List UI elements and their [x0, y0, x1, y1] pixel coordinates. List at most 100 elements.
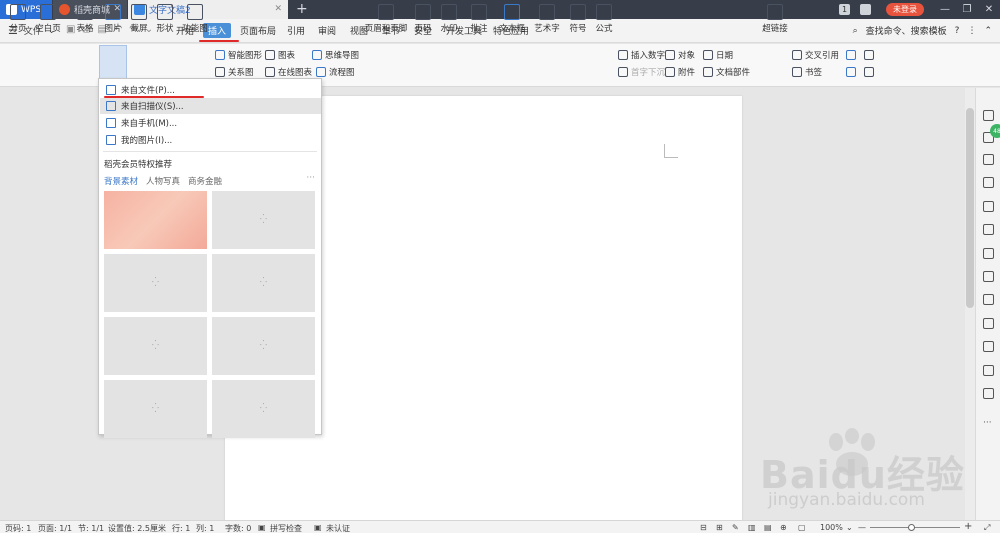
my-pictures-item[interactable]: 我的图片(I)...: [100, 132, 321, 148]
header-footer-button[interactable]: 页眉和页脚: [364, 4, 408, 34]
from-scanner-item[interactable]: 来自扫描仪(S)...: [100, 98, 321, 114]
template-thumbnail[interactable]: ⁛: [212, 317, 315, 375]
template-thumbnail[interactable]: ⁛: [104, 380, 207, 438]
shape-button[interactable]: 形状: [152, 4, 178, 34]
mindmap-button[interactable]: 思维导图: [312, 49, 359, 61]
layout-toggle-3[interactable]: [846, 67, 856, 77]
template-thumbnail[interactable]: [104, 191, 207, 249]
spell-check[interactable]: 拼写检查: [270, 523, 302, 533]
new-tab-button[interactable]: +: [296, 1, 308, 17]
help-icon[interactable]: ?: [955, 26, 960, 36]
format-icon[interactable]: [983, 177, 994, 188]
template-thumbnail[interactable]: ⁛: [212, 254, 315, 312]
online-chart-button[interactable]: 在线图表: [265, 66, 312, 78]
fit-icon[interactable]: ▢: [798, 523, 806, 532]
shape-panel-icon[interactable]: [983, 154, 994, 165]
more-icon[interactable]: ···: [306, 173, 315, 183]
gallery-icon[interactable]: [983, 201, 994, 212]
zoom-out-icon[interactable]: —: [858, 523, 866, 532]
share-icon[interactable]: [983, 271, 994, 282]
image-panel-icon[interactable]: [983, 318, 994, 329]
wordart-button[interactable]: 艺术字: [532, 4, 562, 34]
auth-icon[interactable]: ▣: [314, 523, 322, 532]
green-status-icon[interactable]: 48: [990, 124, 1000, 138]
read-mode-icon[interactable]: ⊞: [716, 523, 723, 532]
spell-check-icon[interactable]: ▣: [258, 523, 266, 532]
more-icon[interactable]: ⋮: [967, 26, 976, 36]
collapse-ribbon-icon[interactable]: ⌃: [984, 26, 992, 36]
comment-button[interactable]: 批注: [467, 4, 491, 34]
watermark-button[interactable]: 水印: [436, 4, 462, 34]
template-thumbnail[interactable]: ⁛: [104, 254, 207, 312]
textbox-button[interactable]: 文本框: [497, 4, 527, 34]
star-icon[interactable]: [983, 224, 994, 235]
from-phone-item[interactable]: 来自手机(M)...: [100, 115, 321, 131]
zoom-dropdown-icon[interactable]: ⌄: [846, 523, 853, 532]
web-view-icon[interactable]: ⊕: [780, 523, 787, 532]
search-icon[interactable]: ⌕: [853, 26, 858, 36]
history-icon[interactable]: [983, 365, 994, 376]
view-mode-icon[interactable]: ⊟: [700, 523, 707, 532]
panel-icon[interactable]: [983, 294, 994, 305]
picture-button[interactable]: 图片: [99, 4, 127, 34]
doc-parts-button[interactable]: 文档部件: [703, 66, 750, 78]
function-chart-button[interactable]: 功能图: [180, 4, 210, 34]
auth-status[interactable]: 未认证: [326, 523, 350, 533]
layout-toggle-1[interactable]: [846, 50, 856, 60]
screenshot-button[interactable]: 截屏: [127, 4, 151, 34]
template-thumbnail[interactable]: ⁛: [212, 380, 315, 438]
page-view-icon[interactable]: ▤: [764, 523, 772, 532]
symbol-button[interactable]: 符号: [566, 4, 590, 34]
object-button[interactable]: 对象: [665, 49, 695, 61]
pen-icon[interactable]: [983, 110, 994, 121]
table-button[interactable]: 表格: [72, 4, 98, 34]
vertical-scrollbar[interactable]: [965, 88, 975, 520]
blank-page-button[interactable]: 空白页: [32, 4, 64, 34]
more-dots-icon[interactable]: ···: [983, 418, 992, 428]
skin-icon[interactable]: [860, 4, 871, 15]
page-number-button[interactable]: 页码: [412, 4, 434, 34]
word-count[interactable]: 字数: 0: [225, 523, 251, 533]
insert-number-button[interactable]: 插入数字: [618, 49, 665, 61]
template-thumbnail[interactable]: ⁛: [104, 317, 207, 375]
zoom-slider[interactable]: [870, 527, 960, 528]
login-button[interactable]: 未登录: [886, 3, 924, 16]
attachment-button[interactable]: 附件: [665, 66, 695, 78]
minimize-icon[interactable]: —: [934, 4, 956, 15]
outline-icon[interactable]: ▥: [748, 523, 756, 532]
template-thumbnail[interactable]: ⁛: [212, 191, 315, 249]
tab-background-material[interactable]: 背景素材: [104, 175, 138, 187]
command-search[interactable]: 查找命令、搜索模板: [866, 24, 947, 37]
edit-mode-icon[interactable]: ✎: [732, 523, 739, 532]
tab-business[interactable]: 商务金融: [188, 175, 222, 187]
maximize-icon[interactable]: ❐: [956, 4, 978, 15]
close-tab-icon[interactable]: ✕: [274, 4, 282, 14]
relation-chart-button[interactable]: 关系图: [215, 66, 254, 78]
download-icon[interactable]: [983, 341, 994, 352]
formula-button[interactable]: 公式: [593, 4, 615, 34]
crossref-button[interactable]: 交叉引用: [792, 49, 839, 61]
menu-page-layout[interactable]: 页面布局: [240, 24, 276, 37]
chart-button[interactable]: 图表: [265, 49, 295, 61]
close-window-icon[interactable]: ✕: [978, 4, 1000, 15]
badge-icon[interactable]: 1: [839, 4, 850, 15]
zoom-in-icon[interactable]: +: [964, 521, 972, 532]
smartart-button[interactable]: 智能图形: [215, 49, 262, 61]
menu-references[interactable]: 引用: [287, 24, 305, 37]
page-break-button[interactable]: 分页: [6, 4, 30, 34]
menu-review[interactable]: 审阅: [318, 24, 336, 37]
zoom-level[interactable]: 100%: [820, 523, 843, 532]
zoom-slider-handle[interactable]: [908, 524, 915, 531]
translate-icon[interactable]: [983, 248, 994, 259]
tab-portrait[interactable]: 人物写真: [146, 175, 180, 187]
drop-cap-button[interactable]: 首字下沉: [618, 66, 665, 78]
help-circle-icon[interactable]: [983, 388, 994, 399]
layout-toggle-4[interactable]: [864, 67, 874, 77]
fullscreen-icon[interactable]: ⤢: [984, 523, 990, 533]
hyperlink-button[interactable]: 超链接: [762, 4, 788, 34]
flowchart-button[interactable]: 流程图: [316, 66, 355, 78]
date-button[interactable]: 日期: [703, 49, 733, 61]
layout-toggle-2[interactable]: [864, 50, 874, 60]
scrollbar-thumb[interactable]: [966, 108, 974, 308]
bookmark-button[interactable]: 书签: [792, 66, 822, 78]
